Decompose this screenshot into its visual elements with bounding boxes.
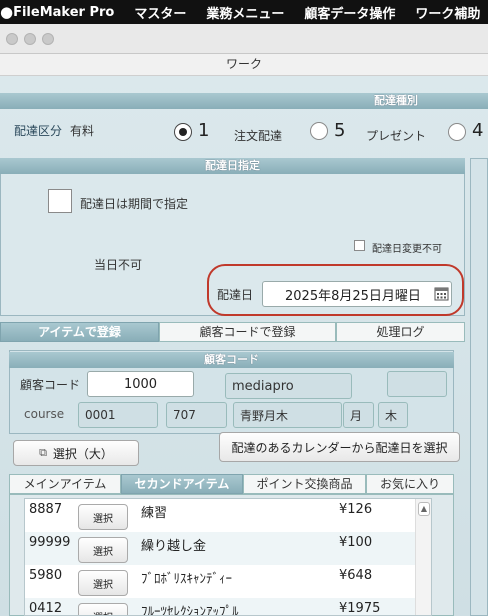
- apple-menu-icon[interactable]: ●: [0, 3, 13, 21]
- list-item: 5980 選択 ﾌﾞﾛﾎﾞﾘｽｷｬﾝﾃﾞｨｰ ¥648: [25, 565, 415, 598]
- item-select-button[interactable]: 選択: [78, 504, 128, 530]
- item-name: 練習: [141, 506, 168, 521]
- menu-business[interactable]: 業務メニュー: [206, 3, 284, 22]
- window-titlebar: [0, 24, 488, 54]
- menu-work-assist[interactable]: ワーク補助: [415, 3, 480, 22]
- item-price: ¥100: [339, 535, 373, 550]
- unchangeable-checkbox[interactable]: [354, 240, 365, 251]
- item-price: ¥126: [339, 502, 373, 517]
- item-select-button[interactable]: 選択: [78, 603, 128, 615]
- day2-value: 木: [385, 408, 398, 423]
- tab-main-item[interactable]: メインアイテム: [9, 474, 121, 494]
- delivery-option-1-radio[interactable]: [174, 123, 192, 141]
- customer-panel-title: 顧客コード: [204, 353, 259, 366]
- item-name: ﾌﾞﾛﾎﾞﾘｽｷｬﾝﾃﾞｨｰ: [141, 572, 232, 587]
- right-side-panel: [470, 158, 488, 616]
- menu-master[interactable]: マスター: [134, 3, 186, 22]
- delivery-option-5-num: 5: [334, 120, 346, 141]
- layout-content: 配達種別 配達区分 有料 1 注文配達 5 プレゼント 4 配達日指定 配達日は…: [0, 76, 488, 616]
- delivery-date-field[interactable]: 2025年8月25日月曜日: [262, 281, 452, 307]
- item-list: 8887 選択 練習 ¥126 99999 選択 繰り越し金 ¥100 5980…: [24, 498, 432, 616]
- tab-second-item[interactable]: セカンドアイテム: [121, 474, 243, 494]
- item-select-button[interactable]: 選択: [78, 570, 128, 596]
- unchangeable-label: 配達日変更不可: [372, 244, 442, 255]
- route-code-field: 707: [166, 402, 227, 428]
- delivery-date-header: 配達日指定: [0, 158, 465, 174]
- select-from-calendar-button[interactable]: 配達のあるカレンダーから配達日を選択: [219, 432, 460, 462]
- route-code-value: 707: [173, 408, 196, 422]
- delivery-option-5-label: プレゼント: [366, 129, 427, 143]
- list-item: 0412 選択 ﾌﾙｰﾂｾﾚｸｼｮﾝｱｯﾌﾟﾙ ¥1975: [25, 598, 415, 616]
- calendar-icon[interactable]: [434, 286, 449, 301]
- day1-value: 月: [350, 408, 363, 423]
- item-select-button[interactable]: 選択: [78, 537, 128, 563]
- item-code: 99999: [29, 535, 71, 550]
- customer-code-label: 顧客コード: [20, 378, 81, 392]
- customer-panel-header: 顧客コード: [9, 352, 454, 368]
- menu-app-filemaker[interactable]: FileMaker Pro: [13, 5, 114, 20]
- tab-point-exchange[interactable]: ポイント交換商品: [243, 474, 366, 494]
- select-large-button[interactable]: ⧉ 選択（大）: [13, 440, 139, 466]
- select-large-icon: ⧉: [39, 446, 47, 459]
- close-window-button[interactable]: [6, 33, 18, 45]
- delivery-option-4-radio[interactable]: [448, 123, 466, 141]
- item-code: 0412: [29, 601, 63, 616]
- menubar: ● FileMaker Pro マスター 業務メニュー 顧客データ操作 ワーク補…: [0, 0, 488, 24]
- delivery-class-label: 配達区分: [14, 124, 63, 138]
- tab-process-log[interactable]: 処理ログ: [336, 322, 465, 342]
- delivery-date-title: 配達日指定: [205, 159, 260, 172]
- delivery-option-1-num: 1: [198, 120, 210, 141]
- item-price: ¥1975: [339, 601, 381, 616]
- select-from-calendar-label: 配達のあるカレンダーから配達日を選択: [231, 440, 448, 455]
- item-name: 繰り越し金: [141, 539, 207, 554]
- same-day-note: 当日不可: [94, 258, 143, 272]
- delivery-type-title: 配達種別: [374, 94, 418, 107]
- customer-name-value: mediapro: [232, 378, 294, 394]
- route-name-value: 青野月木: [240, 408, 289, 423]
- route-name-field: 青野月木: [233, 402, 342, 428]
- scroll-up-icon[interactable]: ▲: [418, 502, 430, 516]
- tab-favorites[interactable]: お気に入り: [366, 474, 454, 494]
- customer-code-value: 1000: [123, 376, 158, 392]
- delivery-option-1-label: 注文配達: [234, 129, 283, 143]
- menu-customer-data[interactable]: 顧客データ操作: [304, 3, 395, 22]
- day1-field: 月: [343, 402, 374, 428]
- course-code-value: 0001: [85, 408, 116, 422]
- list-scrollbar[interactable]: ▲: [415, 499, 431, 615]
- minimize-window-button[interactable]: [24, 33, 36, 45]
- delivery-date-value: 2025年8月25日月曜日: [285, 288, 421, 304]
- course-label: course: [24, 407, 65, 421]
- delivery-date-label: 配達日: [217, 288, 254, 302]
- list-item: 8887 選択 練習 ¥126: [25, 499, 415, 532]
- item-code: 8887: [29, 502, 63, 517]
- customer-extra-field: [387, 371, 447, 397]
- item-price: ¥648: [339, 568, 373, 583]
- period-checkbox[interactable]: [48, 189, 72, 213]
- list-item: 99999 選択 繰り越し金 ¥100: [25, 532, 415, 565]
- item-code: 5980: [29, 568, 63, 583]
- tab-register-by-item[interactable]: アイテムで登録: [0, 322, 159, 342]
- tab-register-by-customer[interactable]: 顧客コードで登録: [159, 322, 336, 342]
- zoom-window-button[interactable]: [42, 33, 54, 45]
- day2-field: 木: [378, 402, 408, 428]
- select-large-label: 選択（大）: [52, 446, 113, 461]
- item-name: ﾌﾙｰﾂｾﾚｸｼｮﾝｱｯﾌﾟﾙ: [141, 605, 239, 616]
- course-code-field: 0001: [78, 402, 158, 428]
- customer-code-field[interactable]: 1000: [87, 371, 194, 397]
- delivery-option-5-radio[interactable]: [310, 122, 328, 140]
- delivery-class-value: 有料: [70, 124, 95, 138]
- customer-name-field: mediapro: [225, 373, 352, 399]
- period-checkbox-label: 配達日は期間で指定: [80, 197, 189, 211]
- window-subtitle: ワーク: [0, 54, 488, 76]
- delivery-type-header: 配達種別: [0, 93, 488, 109]
- delivery-option-4-num: 4: [472, 120, 484, 141]
